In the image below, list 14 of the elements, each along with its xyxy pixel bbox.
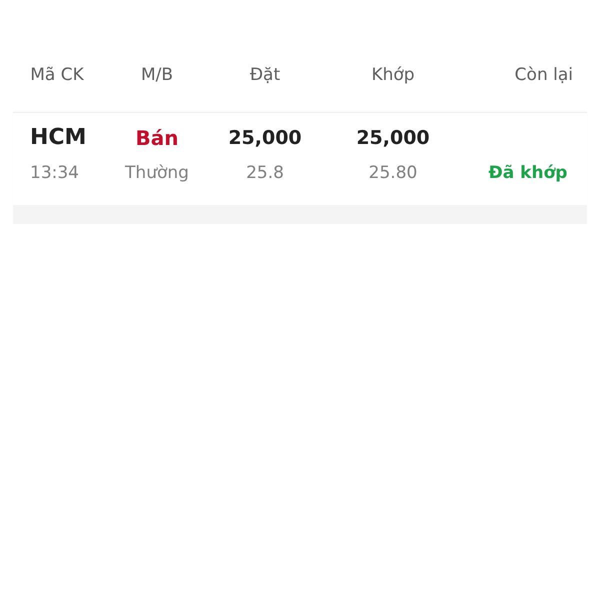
column-header: M/B [140, 65, 174, 85]
order-type: Thường [125, 163, 189, 183]
stock-symbol: HCM [30, 125, 86, 150]
column-header: Khớp [371, 65, 415, 85]
matched-price: 25.80 [368, 163, 418, 183]
matched-quantity: 25,000 [356, 126, 430, 148]
column-header: Đặt [250, 65, 280, 85]
order-time: 13:34 [30, 163, 79, 183]
order-status: Đã khớp [488, 163, 568, 183]
order-price: 25.8 [246, 163, 284, 183]
order-side: Bán [136, 126, 178, 150]
column-header: Còn lại [514, 65, 573, 85]
column-header: Mã CK [30, 65, 84, 85]
order-quantity: 25,000 [228, 126, 302, 148]
